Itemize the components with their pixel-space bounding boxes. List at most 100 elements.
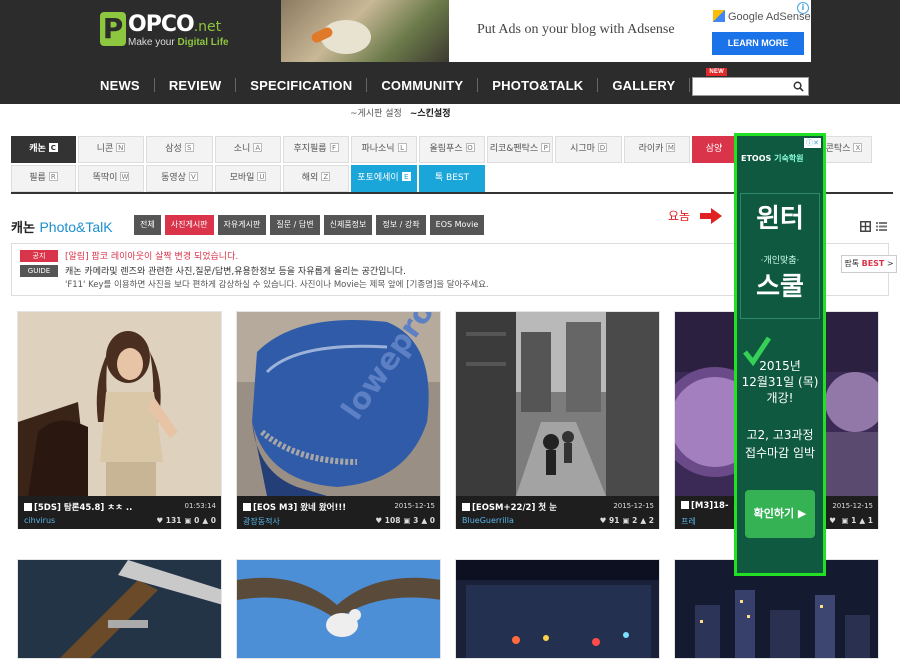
category-tab[interactable]: 캐논 C	[11, 136, 76, 163]
site-header: P OPCO.net Make your Digital Life Put Ad…	[0, 0, 900, 104]
photo-card[interactable]: lowepro [EOS M3] 왔네 왔어!!! 2015-12-15 광장동…	[236, 311, 441, 529]
photo-author[interactable]: cihvirus	[24, 516, 55, 525]
category-tab-label: 필름	[29, 173, 46, 183]
comment-icon: ▣	[184, 516, 192, 525]
photo-thumbnail[interactable]	[18, 560, 222, 659]
filter-button[interactable]: EOS Movie	[429, 215, 485, 235]
photo-card[interactable]: [5DS] 탐론45.8] ㅊㅊ .. 01:53:14 cihvirus ♥ …	[17, 311, 222, 529]
photo-card[interactable]	[455, 559, 660, 659]
category-tab-label: 동영상	[161, 173, 186, 183]
grid-view-icon[interactable]	[860, 221, 871, 232]
category-tab[interactable]: 파나소닉 L	[351, 136, 417, 163]
nav-phototalk[interactable]: PHOTO&TALK	[478, 78, 597, 93]
category-tab[interactable]: 해외 Z	[283, 165, 349, 192]
photo-date: 2015-12-15	[613, 502, 654, 510]
filter-button[interactable]: 정보 / 강좌	[376, 215, 426, 235]
board-sublinks: ~게시판 설정 ~스킨설정	[350, 106, 450, 119]
ad-headline: Put Ads on your blog with Adsense	[477, 22, 675, 37]
photo-card[interactable]	[17, 559, 222, 659]
category-tab[interactable]: 후지필름 F	[283, 136, 349, 163]
site-logo[interactable]: P OPCO.net Make your Digital Life	[100, 12, 230, 52]
photo-title[interactable]: [EOSM+22/2] 첫 눈	[462, 501, 557, 513]
ad-learn-more-button[interactable]: LEARN MORE	[712, 32, 804, 55]
category-tab[interactable]: 톡 BEST	[419, 165, 485, 192]
photo-thumbnail[interactable]	[456, 312, 659, 496]
annotation-label: 요놈	[668, 209, 691, 223]
category-tab[interactable]: 똑딱이 W	[78, 165, 144, 192]
board-filters: 전체 사진게시판 자유게시판 질문 / 답변 신제품정보 정보 / 강좌 EOS Movie	[134, 215, 488, 235]
category-tab[interactable]: 소니 A	[215, 136, 281, 163]
category-tab[interactable]: 리코&펜탁스 P	[487, 136, 553, 163]
photo-author[interactable]: BlueGuerrilla	[462, 516, 514, 525]
filter-button[interactable]: 질문 / 답변	[270, 215, 320, 235]
category-tab-label: 톡 BEST	[434, 173, 470, 183]
category-tab[interactable]: 니콘 N	[78, 136, 144, 163]
category-tab[interactable]: 라이카 M	[624, 136, 690, 163]
category-tab-label: 리코&펜탁스	[489, 144, 539, 154]
shortcut-key: Z	[321, 172, 331, 181]
nav-gallery[interactable]: GALLERY	[598, 78, 689, 93]
notice-announcement-link[interactable]: [알림] 팝코 레이아웃이 살짝 변경 되었습니다.	[65, 249, 238, 262]
shortcut-key: C	[48, 143, 58, 152]
search-input[interactable]	[696, 79, 786, 94]
shortcut-key: W	[120, 172, 130, 181]
checkbox-icon[interactable]	[24, 503, 32, 511]
nav-review[interactable]: REVIEW	[155, 78, 235, 93]
board-settings-link[interactable]: ~게시판 설정	[350, 109, 402, 119]
category-tab[interactable]: 모바일 U	[215, 165, 281, 192]
ad-subheadline: ·개인맞춤·	[760, 256, 800, 266]
filter-button[interactable]: 신제품정보	[323, 215, 373, 235]
filter-button[interactable]: 전체	[134, 215, 161, 235]
category-tab[interactable]: 시그마 D	[555, 136, 622, 163]
shortcut-key: V	[188, 172, 198, 181]
shortcut-key: O	[465, 143, 475, 152]
photo-author[interactable]: 프레	[681, 516, 696, 527]
nav-news[interactable]: NEWS	[86, 78, 154, 93]
search-icon[interactable]	[793, 81, 804, 92]
category-tab-label: 포토에세이	[357, 173, 399, 183]
category-tab[interactable]: 동영상 V	[146, 165, 213, 192]
talk-best-button[interactable]: 팝톡 BEST >	[841, 255, 897, 273]
category-tab[interactable]: 필름 R	[11, 165, 76, 192]
checkbox-icon[interactable]	[243, 503, 251, 511]
photo-thumbnail[interactable]: lowepro	[237, 312, 440, 496]
nav-community[interactable]: COMMUNITY	[367, 78, 477, 93]
photo-title[interactable]: [M3]18-	[681, 501, 729, 511]
photo-thumbnail[interactable]	[237, 560, 441, 659]
photo-caption: [EOS M3] 왔네 왔어!!! 2015-12-15 광장동적사 ♥ 108…	[237, 496, 440, 529]
photo-caption: [5DS] 탐론45.8] ㅊㅊ .. 01:53:14 cihvirus ♥ …	[18, 496, 221, 529]
photo-title[interactable]: [5DS] 탐론45.8] ㅊㅊ ..	[24, 501, 132, 513]
photo-author[interactable]: 광장동적사	[243, 516, 280, 527]
comment-icon: ▣	[622, 516, 630, 525]
photo-thumbnail[interactable]	[456, 560, 660, 659]
photo-stats: ♥ 108 ▣ 3 ▲ 0	[375, 516, 435, 525]
search-box	[692, 77, 809, 96]
top-ad-banner[interactable]: Put Ads on your blog with Adsense Google…	[281, 0, 811, 62]
adchoices-icon[interactable]: ⓘ✕	[804, 138, 821, 148]
heart-icon: ♥	[829, 516, 836, 525]
shortcut-key: M	[666, 143, 676, 152]
photo-stats: ♥ 91 ▣ 2 ▲ 2	[599, 516, 654, 525]
nav-specification[interactable]: SPECIFICATION	[236, 78, 366, 93]
category-tab[interactable]: 포토에세이 E	[351, 165, 417, 192]
annotation-arrow-icon	[700, 208, 722, 224]
photo-title[interactable]: [EOS M3] 왔네 왔어!!!	[243, 501, 346, 513]
list-view-icon[interactable]	[876, 221, 887, 232]
photo-card[interactable]: [EOSM+22/2] 첫 눈 2015-12-15 BlueGuerrilla…	[455, 311, 660, 529]
photo-date: 2015-12-15	[394, 502, 435, 510]
photo-card[interactable]	[236, 559, 441, 659]
new-badge: NEW	[706, 67, 728, 76]
ad-cta-button[interactable]: 확인하기 ▶	[745, 490, 815, 538]
category-tab-label: 소니	[233, 144, 251, 154]
side-ad-banner[interactable]: ⓘ✕ ETOOS 기숙학원 윈터 ·개인맞춤· 스쿨 2015년 12월31일 (…	[734, 133, 826, 576]
filter-button[interactable]: 자유게시판	[217, 215, 267, 235]
category-tab[interactable]: 삼양	[692, 136, 736, 163]
ad-info-icon[interactable]: i	[797, 2, 809, 14]
skin-settings-link[interactable]: ~스킨설정	[410, 109, 451, 119]
photo-thumbnail[interactable]	[18, 312, 221, 496]
category-tab[interactable]: 삼성 S	[146, 136, 213, 163]
checkbox-icon[interactable]	[462, 503, 470, 511]
filter-button[interactable]: 사진게시판	[164, 215, 214, 235]
checkbox-icon[interactable]	[681, 501, 689, 509]
category-tab[interactable]: 올림푸스 O	[419, 136, 485, 163]
